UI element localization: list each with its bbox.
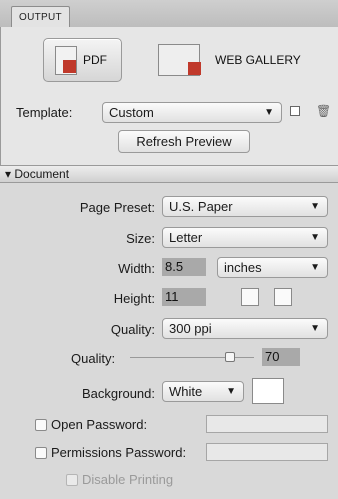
permissions-password-field[interactable]: [206, 443, 328, 461]
refresh-preview-button[interactable]: Refresh Preview: [118, 130, 250, 153]
chevron-down-icon: ▼: [310, 232, 320, 243]
open-password-checkbox[interactable]: [35, 419, 47, 431]
size-select[interactable]: Letter ▼: [162, 227, 328, 248]
trash-icon[interactable]: 🗑: [316, 104, 331, 118]
page-preset-value: U.S. Paper: [169, 199, 233, 214]
height-field[interactable]: 11: [162, 288, 206, 306]
quality-slider-track[interactable]: [130, 357, 254, 358]
chevron-down-icon: ▼: [310, 323, 320, 334]
new-template-icon[interactable]: [290, 106, 300, 116]
size-value: Letter: [169, 230, 203, 245]
portrait-orientation-icon[interactable]: [241, 288, 259, 306]
background-color-swatch[interactable]: [252, 378, 284, 404]
web-gallery-label: WEB GALLERY: [215, 53, 301, 67]
page-preset-label: Page Preset:: [79, 200, 155, 215]
quality-label: Quality:: [110, 322, 155, 337]
quality-slider-label: Quality:: [71, 351, 116, 366]
open-password-field[interactable]: [206, 415, 328, 433]
chevron-down-icon: ▼: [264, 107, 274, 118]
quality-value: 300 ppi: [169, 321, 212, 336]
background-label: Background:: [82, 386, 155, 401]
pdf-layout-button[interactable]: PDF: [43, 38, 122, 82]
permissions-password-checkbox[interactable]: [35, 447, 47, 459]
quality-select[interactable]: 300 ppi ▼: [162, 318, 328, 339]
pdf-label: PDF: [83, 53, 107, 67]
template-label: Template:: [16, 105, 73, 120]
web-gallery-icon: [158, 44, 201, 76]
chevron-down-icon: ▼: [226, 386, 236, 397]
disable-printing-label: Disable Printing: [82, 472, 174, 487]
quality-slider-thumb[interactable]: [225, 352, 235, 362]
landscape-orientation-icon[interactable]: [274, 288, 292, 306]
size-label: Size:: [126, 231, 155, 246]
document-section-header[interactable]: ▾ Document: [0, 165, 338, 183]
page-preset-select[interactable]: U.S. Paper ▼: [162, 196, 328, 217]
width-label: Width:: [118, 261, 155, 276]
template-value: Custom: [109, 105, 154, 120]
background-select[interactable]: White ▼: [162, 381, 244, 402]
permissions-password-label: Permissions Password:: [51, 445, 187, 460]
tab-output[interactable]: OUTPUT: [11, 6, 70, 28]
chevron-down-icon: ▼: [310, 262, 320, 273]
background-value: White: [169, 384, 203, 399]
unit-select[interactable]: inches ▼: [217, 257, 328, 278]
pdf-icon: [55, 45, 77, 75]
chevron-down-icon: ▼: [310, 201, 320, 212]
web-gallery-layout-button[interactable]: WEB GALLERY: [151, 38, 306, 82]
height-label: Height:: [113, 291, 155, 306]
template-select[interactable]: Custom ▼: [102, 102, 282, 123]
quality-slider-value[interactable]: 70: [262, 348, 300, 366]
width-field[interactable]: 8.5: [162, 258, 206, 276]
open-password-label: Open Password:: [51, 417, 148, 432]
unit-value: inches: [224, 260, 262, 275]
disable-printing-checkbox[interactable]: [66, 474, 78, 486]
